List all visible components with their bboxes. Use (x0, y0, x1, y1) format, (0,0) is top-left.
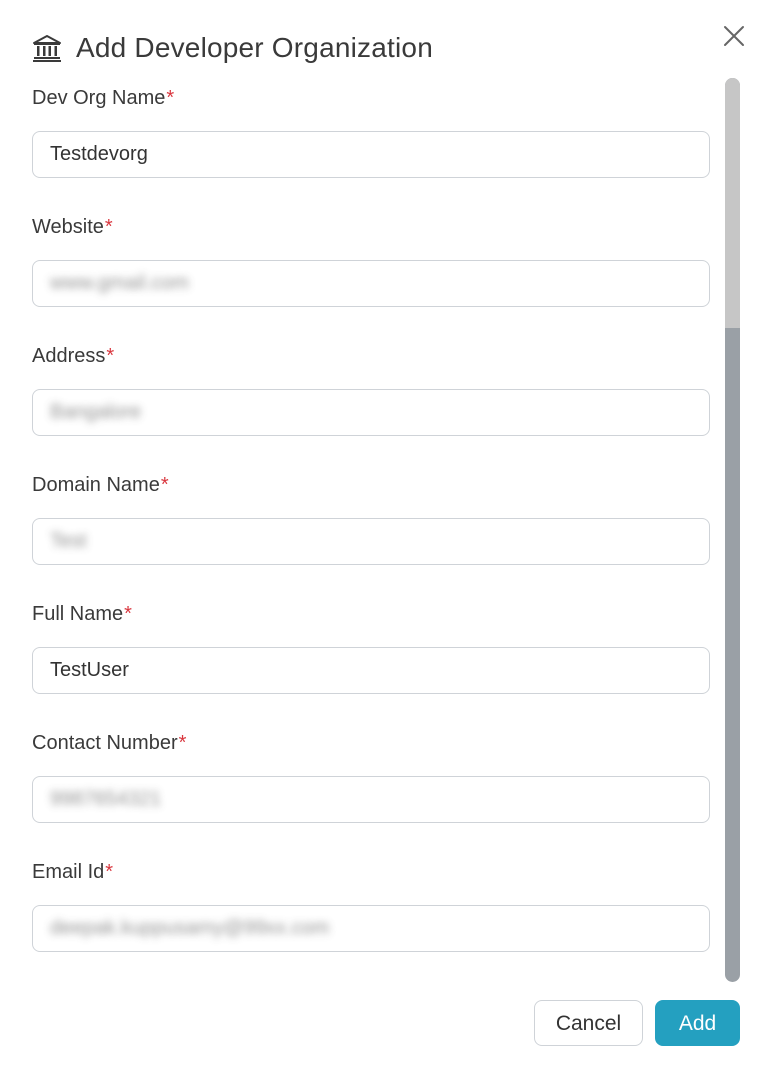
input-value: deepak.kuppusamy@99xx.com (50, 917, 330, 939)
dev-org-name-input[interactable]: Testdevorg (32, 131, 710, 178)
add-button[interactable]: Add (655, 1000, 740, 1046)
scrollbar-thumb[interactable] (725, 78, 740, 328)
required-asterisk: * (104, 216, 113, 238)
field-label: Contact Number* (32, 732, 187, 754)
email-id-input[interactable]: deepak.kuppusamy@99xx.com (32, 905, 710, 952)
bank-icon (32, 34, 62, 62)
close-button[interactable] (722, 24, 746, 48)
form-body: Dev Org Name* Testdevorg Website* www.gm… (32, 78, 710, 982)
input-value: Test (50, 530, 87, 552)
input-value: TestUser (50, 659, 129, 681)
website-input[interactable]: www.gmail.com (32, 260, 710, 307)
field-label: Address* (32, 345, 115, 367)
contact-number-input[interactable]: 9987654321 (32, 776, 710, 823)
required-asterisk: * (106, 345, 115, 367)
dialog-header: Add Developer Organization (32, 30, 433, 66)
field-dev-org-name: Dev Org Name* Testdevorg (32, 85, 710, 178)
domain-name-input[interactable]: Test (32, 518, 710, 565)
field-domain-name: Domain Name* Test (32, 472, 710, 565)
input-value: 9987654321 (50, 788, 162, 810)
input-value: Testdevorg (50, 143, 148, 165)
required-asterisk: * (160, 474, 169, 496)
field-contact-number: Contact Number* 9987654321 (32, 730, 710, 823)
input-value: www.gmail.com (50, 272, 189, 294)
full-name-input[interactable]: TestUser (32, 647, 710, 694)
required-asterisk: * (178, 732, 187, 754)
add-developer-org-dialog: Add Developer Organization Dev Org Name*… (0, 0, 773, 1071)
field-website: Website* www.gmail.com (32, 214, 710, 307)
field-full-name: Full Name* TestUser (32, 601, 710, 694)
cancel-button[interactable]: Cancel (534, 1000, 643, 1046)
field-label: Website* (32, 216, 113, 238)
close-icon (722, 26, 746, 52)
field-address: Address* Bangalore (32, 343, 710, 436)
address-input[interactable]: Bangalore (32, 389, 710, 436)
field-label: Dev Org Name* (32, 87, 175, 109)
field-label: Email Id* (32, 861, 114, 883)
field-label: Full Name* (32, 603, 132, 625)
required-asterisk: * (166, 87, 175, 109)
required-asterisk: * (124, 603, 132, 625)
field-email-id: Email Id* deepak.kuppusamy@99xx.com (32, 859, 710, 952)
field-label: Domain Name* (32, 474, 169, 496)
required-asterisk: * (105, 861, 114, 883)
scrollbar-track[interactable] (725, 78, 740, 982)
dialog-title: Add Developer Organization (76, 32, 433, 63)
input-value: Bangalore (50, 401, 142, 423)
